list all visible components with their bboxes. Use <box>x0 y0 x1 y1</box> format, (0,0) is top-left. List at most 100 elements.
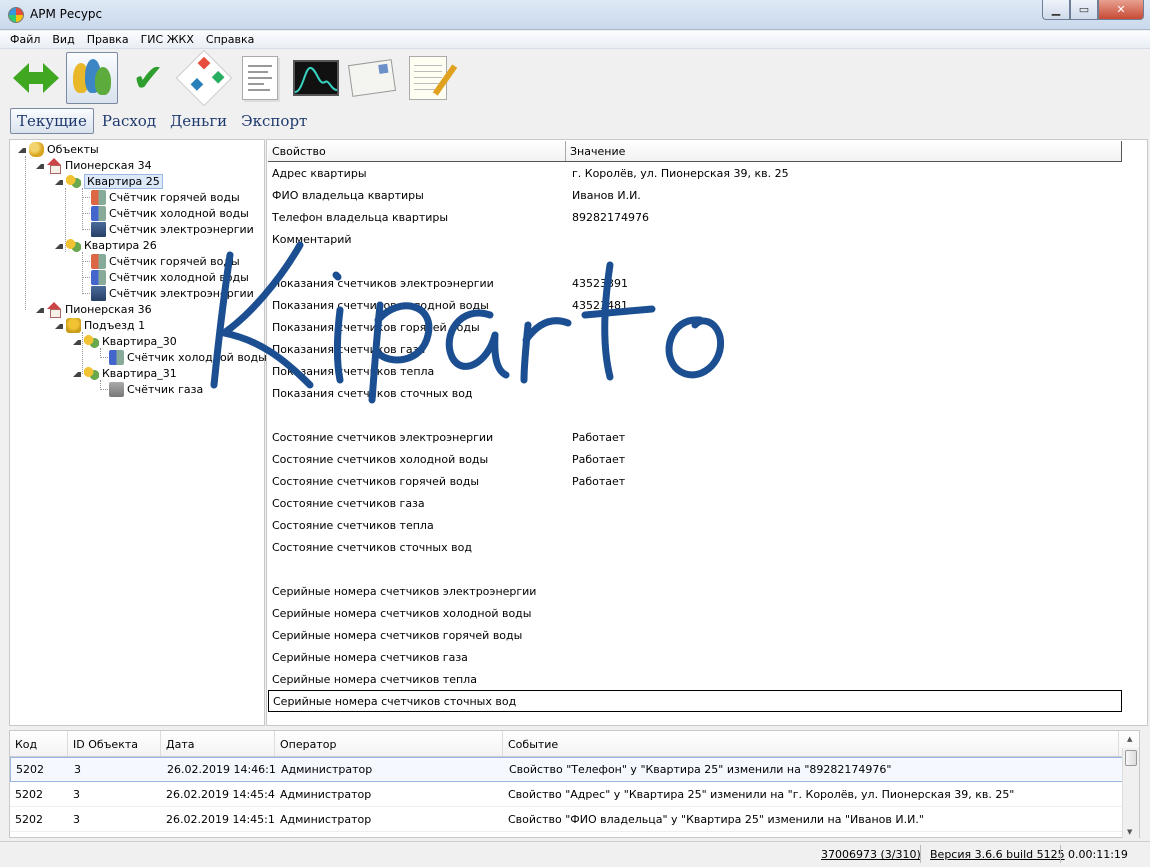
scroll-up-icon[interactable]: ▲ <box>1127 735 1132 743</box>
scroll-down-icon[interactable]: ▼ <box>1127 828 1132 836</box>
app-icon <box>8 7 24 23</box>
property-value[interactable]: Иванов И.И. <box>568 189 641 202</box>
property-name: Серийные номера счетчиков электроэнергии <box>272 584 537 598</box>
property-name: Серийные номера счетчиков сточных вод <box>273 694 517 708</box>
tab-current[interactable]: Текущие <box>10 108 94 134</box>
property-row[interactable]: Состояние счетчиков горячей воды Работает <box>268 470 1122 492</box>
table-row[interactable]: 5202 3 26.02.2019 14:46:13 Администратор Сво… <box>10 757 1139 782</box>
property-value[interactable]: 43523481 <box>568 299 628 312</box>
property-row[interactable]: Телефон владельца квартиры 89282174976 <box>268 206 1122 228</box>
tree-node-apartment[interactable]: Квартира 25 <box>55 173 163 189</box>
property-row[interactable]: Серийные номера счетчиков горячей воды <box>268 624 1122 646</box>
property-row[interactable]: Комментарий <box>268 228 1122 250</box>
tree-node-building[interactable]: Пионерская 36 <box>36 301 152 318</box>
table-row[interactable]: 5202 3 26.02.2019 14:45:41 Администратор Сво… <box>10 782 1139 807</box>
scrollbar-thumb[interactable] <box>1125 750 1137 766</box>
tree-node-meter[interactable]: Счётчик холодной воды <box>91 269 249 285</box>
menu-gis[interactable]: ГИС ЖКХ <box>141 33 194 46</box>
tree-node-apartment[interactable]: Квартира 26 <box>55 237 157 253</box>
table-row[interactable]: 5202 3 26.02.2019 14:45:15 Администратор Сво… <box>10 807 1139 832</box>
property-row[interactable]: Показания счетчиков газа <box>268 338 1122 360</box>
tab-money[interactable]: Деньги <box>164 109 233 133</box>
collapse-triangle-icon[interactable] <box>73 337 81 345</box>
property-value[interactable]: 89282174976 <box>568 211 649 224</box>
menu-view[interactable]: Вид <box>52 33 74 46</box>
notes-button[interactable] <box>402 52 458 104</box>
tree-node-meter[interactable]: Счётчик горячей воды <box>91 189 240 205</box>
property-row[interactable]: Показания счетчиков холодной воды 4352348… <box>268 294 1122 316</box>
property-row[interactable]: Серийные номера счетчиков холодной воды <box>268 602 1122 624</box>
column-header-value[interactable]: Значение <box>566 141 1122 161</box>
tree-node-meter[interactable]: Счётчик холодной воды <box>91 205 249 221</box>
tree-node-meter[interactable]: Счётчик электроэнергии <box>91 285 254 301</box>
tree-node-apartment[interactable]: Квартира_31 <box>73 365 177 381</box>
property-name: Комментарий <box>272 232 352 246</box>
exchange-button[interactable] <box>10 52 62 104</box>
property-row[interactable]: Показания счетчиков горячей воды <box>268 316 1122 338</box>
status-version[interactable]: Версия 3.6.6 build 5125 <box>930 848 1065 861</box>
tree-node-meter[interactable]: Счётчик электроэнергии <box>91 221 254 237</box>
log-scrollbar[interactable]: ▲ ▼ <box>1122 735 1139 838</box>
property-value[interactable]: г. Королёв, ул. Пионерская 39, кв. 25 <box>568 167 789 180</box>
collapse-triangle-icon[interactable] <box>55 177 63 185</box>
report-button[interactable] <box>234 52 286 104</box>
property-value[interactable]: Работает <box>568 431 625 444</box>
property-row[interactable]: Состояние счетчиков электроэнергии Работа… <box>268 426 1122 448</box>
mail-button[interactable] <box>346 52 398 104</box>
property-row[interactable]: Показания счетчиков электроэнергии 435233… <box>268 272 1122 294</box>
collapse-triangle-icon[interactable] <box>55 321 63 329</box>
column-header-code[interactable]: Код <box>10 731 68 756</box>
menu-help[interactable]: Справка <box>206 33 254 46</box>
users-button[interactable] <box>66 51 118 104</box>
property-row[interactable]: ФИО владельца квартиры Иванов И.И. <box>268 184 1122 206</box>
column-header-event[interactable]: Событие <box>503 731 1119 756</box>
property-row[interactable]: Состояние счетчиков газа <box>268 492 1122 514</box>
property-row[interactable]: Состояние счетчиков тепла <box>268 514 1122 536</box>
tree-node-objects[interactable]: Объекты <box>18 141 99 157</box>
minimize-button[interactable]: ▁ <box>1042 0 1070 20</box>
log-operator: Администратор <box>280 787 372 801</box>
column-header-date[interactable]: Дата <box>161 731 275 756</box>
tree-node-meter[interactable]: Счётчик газа <box>109 381 203 397</box>
object-tree[interactable]: Объекты Пионерская 34 Квартира 25 Счётчи… <box>9 139 267 726</box>
property-value[interactable]: Работает <box>568 475 625 488</box>
menu-edit[interactable]: Правка <box>87 33 129 46</box>
property-row[interactable]: Адрес квартиры г. Королёв, ул. Пионерская… <box>268 162 1122 184</box>
property-row[interactable]: Состояние счетчиков холодной воды Работае… <box>268 448 1122 470</box>
tree-node-meter[interactable]: Счётчик холодной воды <box>109 349 267 365</box>
property-row[interactable]: Серийные номера счетчиков сточных вод <box>268 690 1122 712</box>
property-row[interactable]: Серийные номера счетчиков газа <box>268 646 1122 668</box>
collapse-triangle-icon[interactable] <box>36 161 44 169</box>
collapse-triangle-icon[interactable] <box>73 369 81 377</box>
property-value[interactable]: Работает <box>568 453 625 466</box>
property-row[interactable]: Состояние счетчиков сточных вод <box>268 536 1122 558</box>
column-header-operator[interactable]: Оператор <box>275 731 503 756</box>
property-row[interactable]: Серийные номера счетчиков электроэнергии <box>268 580 1122 602</box>
status-object-id[interactable]: 37006973 (3/310) <box>821 848 921 861</box>
property-row[interactable]: Показания счетчиков сточных вод <box>268 382 1122 404</box>
scheme-button[interactable] <box>175 49 233 106</box>
tree-node-apartment[interactable]: Квартира_30 <box>73 333 177 349</box>
graph-button[interactable] <box>290 52 342 104</box>
tree-node-building[interactable]: Пионерская 34 <box>36 157 152 174</box>
tree-node-meter[interactable]: Счётчик горячей воды <box>91 253 240 269</box>
property-value[interactable]: 43523391 <box>568 277 628 290</box>
menu-file[interactable]: Файл <box>10 33 40 46</box>
flowchart-icon <box>175 49 233 106</box>
hot-water-meter-icon <box>91 253 106 269</box>
property-row[interactable]: Показания счетчиков тепла <box>268 360 1122 382</box>
maximize-button[interactable]: ▭ <box>1070 0 1098 20</box>
property-name: Состояние счетчиков тепла <box>272 518 434 532</box>
collapse-triangle-icon[interactable] <box>36 305 44 313</box>
tab-consumption[interactable]: Расход <box>96 109 162 133</box>
property-row[interactable]: Серийные номера счетчиков тепла <box>268 668 1122 690</box>
column-header-property[interactable]: Свойство <box>268 141 566 161</box>
column-header-object-id[interactable]: ID Объекта <box>68 731 161 756</box>
collapse-triangle-icon[interactable] <box>55 241 63 249</box>
tree-node-entrance[interactable]: Подъезд 1 <box>55 317 145 333</box>
close-button[interactable]: ✕ <box>1098 0 1144 20</box>
property-name: Серийные номера счетчиков горячей воды <box>272 628 523 642</box>
confirm-button[interactable]: ✔ <box>122 52 174 104</box>
collapse-triangle-icon[interactable] <box>18 145 26 153</box>
tab-export[interactable]: Экспорт <box>235 109 313 133</box>
